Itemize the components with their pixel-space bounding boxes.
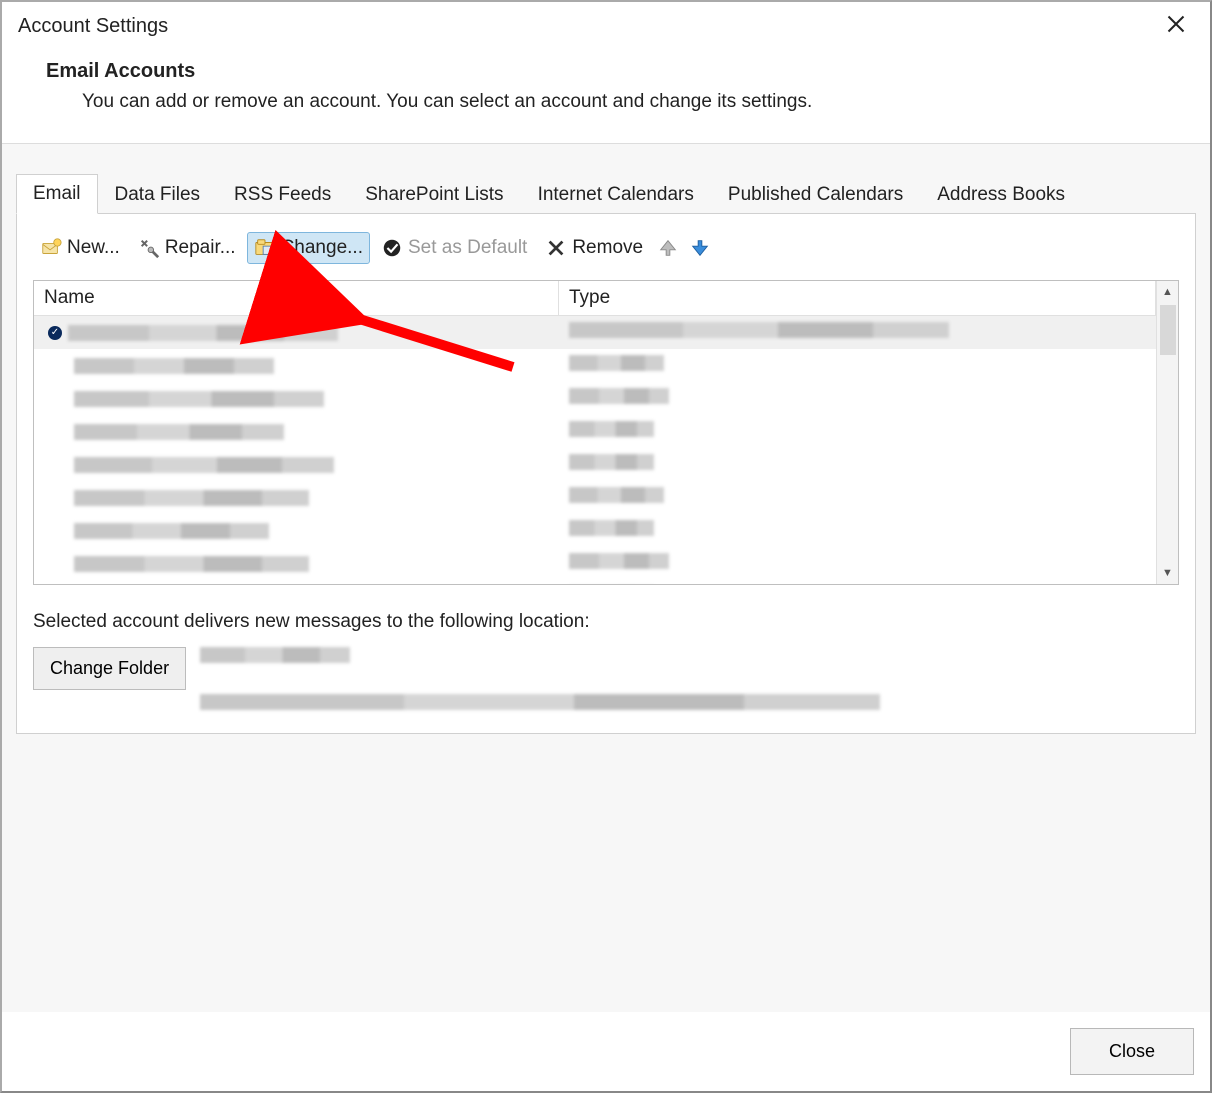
body-area: Email Data Files RSS Feeds SharePoint Li… [2, 144, 1210, 1012]
envelope-new-icon [40, 237, 62, 259]
table-row[interactable] [34, 316, 1156, 349]
table-row[interactable] [34, 448, 1156, 481]
remove-button[interactable]: Remove [538, 232, 650, 264]
header-title: Email Accounts [46, 60, 1166, 83]
close-button[interactable]: Close [1070, 1028, 1194, 1075]
repair-button[interactable]: Repair... [131, 232, 243, 264]
tab-address-books[interactable]: Address Books [920, 175, 1082, 214]
scroll-up-icon[interactable]: ▲ [1160, 281, 1176, 303]
change-label: Change... [281, 237, 363, 259]
set-default-button[interactable]: Set as Default [374, 232, 534, 264]
set-default-label: Set as Default [408, 237, 527, 259]
repair-label: Repair... [165, 237, 236, 259]
account-settings-window: Account Settings Email Accounts You can … [0, 0, 1212, 1093]
change-button[interactable]: Change... [247, 232, 370, 264]
table-row[interactable] [34, 382, 1156, 415]
footer: Close [2, 1012, 1210, 1091]
table-row[interactable] [34, 514, 1156, 547]
toolbar: New... Repair... Change... [33, 232, 1179, 264]
window-title: Account Settings [18, 15, 168, 38]
header-description: You can add or remove an account. You ca… [82, 91, 1166, 113]
new-label: New... [67, 237, 120, 259]
column-type[interactable]: Type [559, 281, 1156, 316]
table-row[interactable] [34, 580, 1156, 584]
remove-label: Remove [572, 237, 643, 259]
tab-published-calendars[interactable]: Published Calendars [711, 175, 920, 214]
delivery-text: Selected account delivers new messages t… [33, 611, 1179, 633]
scroll-down-icon[interactable]: ▼ [1157, 562, 1178, 584]
tab-internet-calendars[interactable]: Internet Calendars [521, 175, 711, 214]
table-row[interactable] [34, 349, 1156, 382]
tab-data-files[interactable]: Data Files [98, 175, 218, 214]
move-down-button[interactable] [686, 232, 714, 264]
tab-email[interactable]: Email [16, 174, 98, 214]
scroll-thumb[interactable] [1160, 305, 1176, 355]
delivery-row: Change Folder [33, 647, 1179, 715]
header-block: Email Accounts You can add or remove an … [2, 42, 1210, 144]
tab-rss-feeds[interactable]: RSS Feeds [217, 175, 348, 214]
tab-sharepoint-lists[interactable]: SharePoint Lists [348, 175, 520, 214]
arrow-down-icon [689, 237, 711, 259]
email-panel: New... Repair... Change... [16, 213, 1196, 734]
title-bar: Account Settings [2, 2, 1210, 42]
move-up-button[interactable] [654, 232, 682, 264]
accounts-table: Name Type [33, 280, 1179, 585]
change-folder-button[interactable]: Change Folder [33, 647, 186, 690]
scrollbar[interactable]: ▲ ▼ [1156, 281, 1178, 584]
table-row[interactable] [34, 415, 1156, 448]
arrow-up-icon [657, 237, 679, 259]
check-circle-icon [381, 237, 403, 259]
close-icon[interactable] [1158, 10, 1194, 42]
change-folder-icon [254, 237, 276, 259]
table-row[interactable] [34, 481, 1156, 514]
table-rows [34, 316, 1156, 584]
column-name[interactable]: Name [34, 281, 559, 316]
new-button[interactable]: New... [33, 232, 127, 264]
default-check-icon [48, 326, 62, 340]
tools-icon [138, 237, 160, 259]
tab-strip: Email Data Files RSS Feeds SharePoint Li… [16, 174, 1196, 214]
delivery-target [200, 647, 880, 715]
table-header: Name Type [34, 281, 1156, 316]
table-row[interactable] [34, 547, 1156, 580]
remove-x-icon [545, 237, 567, 259]
